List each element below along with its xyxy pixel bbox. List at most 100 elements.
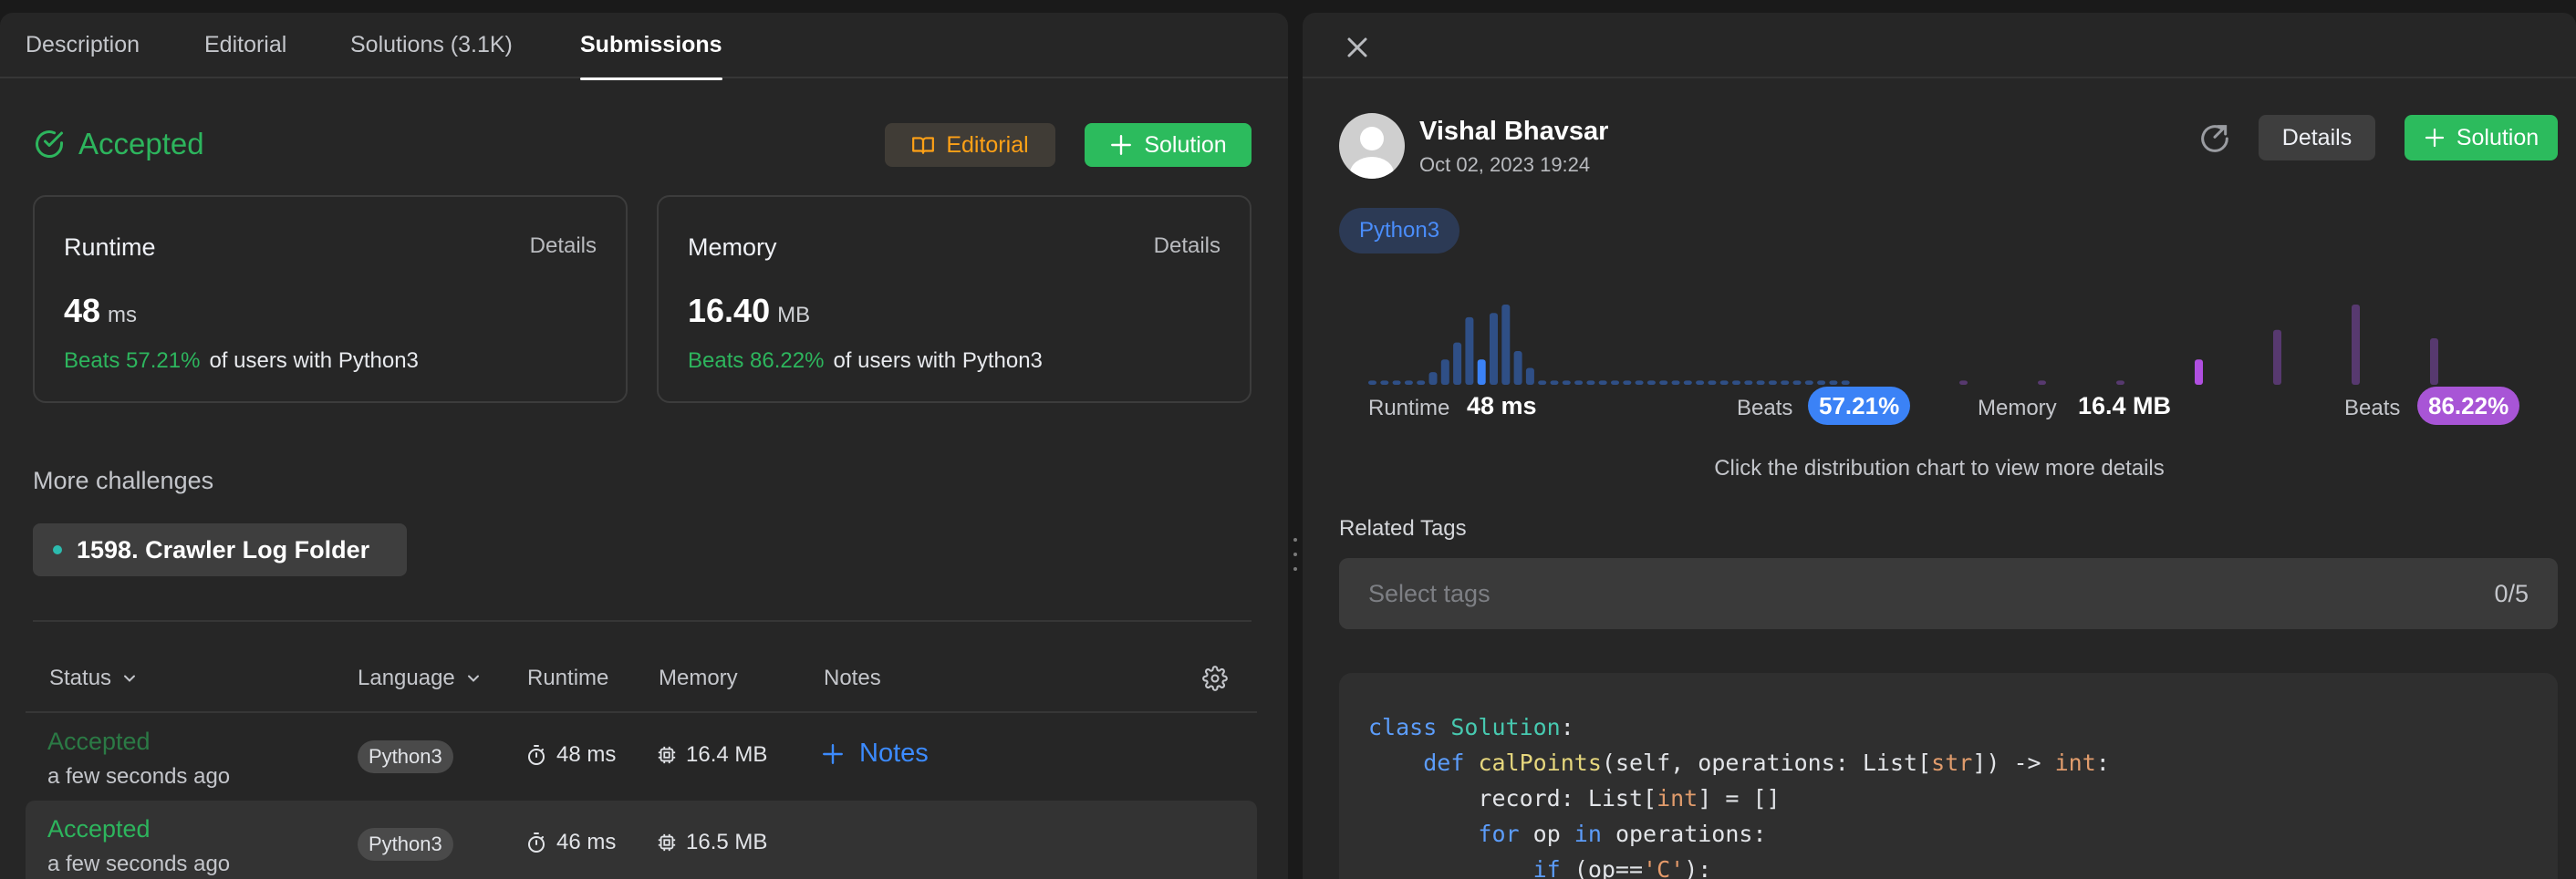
distribution-bar[interactable]	[1744, 380, 1753, 385]
language-badge: Python3	[1339, 208, 1460, 253]
tab-editorial[interactable]: Editorial	[204, 13, 286, 78]
more-challenges-title: More challenges	[33, 467, 214, 494]
distribution-bar[interactable]	[1756, 380, 1765, 385]
details-button[interactable]: Details	[2259, 115, 2375, 160]
distribution-bar[interactable]	[1538, 380, 1547, 385]
distribution-bar[interactable]	[1781, 380, 1790, 385]
distribution-bar[interactable]	[1804, 380, 1813, 385]
runtime-card[interactable]: Runtime Details 48 ms Beats 57.21% of user…	[33, 195, 628, 403]
distribution-bar[interactable]	[1440, 359, 1449, 385]
code-line: for op in operations:	[1478, 821, 1767, 847]
distribution-bar[interactable]	[1368, 380, 1376, 385]
submissions-table-header: Status Language Runtime Memory Notes	[26, 657, 1255, 708]
post-solution-button[interactable]: Solution	[2405, 115, 2558, 160]
runtime-beats: Beats 57.21% of users with Python3	[64, 348, 419, 374]
runtime-stat-value: 48 ms	[1467, 392, 1537, 419]
distribution-bar[interactable]	[1635, 380, 1644, 385]
distribution-bar[interactable]	[1490, 313, 1498, 385]
distribution-bar[interactable]	[1659, 380, 1668, 385]
distribution-bar[interactable]	[1611, 380, 1619, 385]
distribution-bar[interactable]	[1671, 380, 1680, 385]
distribution-bar[interactable]	[1525, 367, 1534, 385]
runtime-details-link[interactable]: Details	[530, 233, 597, 259]
submissions-panel: Description Editorial Solutions (3.1K) S…	[0, 13, 1288, 879]
distribution-bar[interactable]	[1380, 380, 1389, 385]
distribution-bar[interactable]	[1719, 380, 1729, 385]
distribution-bar[interactable]	[1501, 305, 1511, 385]
memory-stat-value: 16.4 MB	[2078, 392, 2172, 419]
distribution-bar[interactable]	[1829, 380, 1838, 385]
tab-description[interactable]: Description	[26, 13, 140, 78]
distribution-bar[interactable]	[2195, 359, 2203, 385]
distribution-bar[interactable]	[1586, 380, 1595, 385]
memory-card[interactable]: Memory Details 16.40 MB Beats 86.22% of us…	[657, 195, 1252, 403]
distribution-bar[interactable]	[1417, 380, 1426, 385]
distribution-bar[interactable]	[1817, 380, 1826, 385]
panel-resize-handle[interactable]	[1290, 538, 1301, 571]
row-memory-value: 16.5 MB	[686, 830, 768, 854]
distribution-bar[interactable]	[2352, 305, 2360, 385]
distribution-bar[interactable]	[1768, 380, 1777, 385]
distribution-bar[interactable]	[1683, 380, 1692, 385]
distribution-bar[interactable]	[2038, 380, 2046, 385]
tags-select[interactable]: Select tags 0/5	[1339, 558, 2558, 629]
distribution-bar[interactable]	[2273, 329, 2281, 385]
distribution-bar[interactable]	[1841, 380, 1850, 385]
solution-button[interactable]: Solution	[1085, 123, 1252, 167]
tab-submissions[interactable]: Submissions	[580, 13, 722, 80]
distribution-bar[interactable]	[1562, 380, 1571, 385]
table-row[interactable]: Accepted a few seconds ago Python3 48 ms…	[26, 713, 1257, 801]
gear-icon[interactable]	[1202, 666, 1228, 691]
language-column-header[interactable]: Language	[358, 666, 483, 691]
post-solution-label: Solution	[2456, 124, 2540, 150]
memory-beats-suffix: of users with Python3	[833, 348, 1043, 373]
distribution-bar[interactable]	[1392, 380, 1401, 385]
row-status[interactable]: Accepted	[47, 728, 151, 756]
distribution-bar[interactable]	[1696, 380, 1705, 385]
memory-beats-pct: Beats 86.22%	[688, 348, 825, 373]
memory-details-link[interactable]: Details	[1154, 233, 1220, 259]
distribution-bar[interactable]	[1708, 380, 1717, 385]
row-runtime-value: 46 ms	[556, 830, 617, 854]
distribution-bar[interactable]	[1792, 380, 1802, 385]
author-name[interactable]: Vishal Bhavsar	[1419, 117, 1608, 147]
distribution-bar[interactable]	[1428, 372, 1438, 385]
table-row[interactable]: Accepted a few seconds ago Python3 46 ms…	[26, 801, 1257, 879]
row-memory: 16.4 MB	[657, 742, 767, 768]
distribution-bar[interactable]	[2430, 338, 2438, 385]
memory-unit: MB	[777, 303, 811, 327]
avatar[interactable]	[1339, 113, 1405, 179]
distribution-bar[interactable]	[1959, 380, 1968, 385]
distribution-bar[interactable]	[1598, 380, 1607, 385]
check-circle-icon	[36, 130, 63, 158]
close-icon[interactable]	[1341, 31, 1374, 64]
distribution-bar[interactable]	[1732, 380, 1740, 385]
notes-column-header: Notes	[824, 666, 881, 690]
memory-beats: Beats 86.22% of users with Python3	[688, 348, 1043, 374]
status-column-header[interactable]: Status	[49, 666, 139, 691]
share-icon[interactable]	[2197, 120, 2233, 157]
distribution-bar[interactable]	[1404, 380, 1413, 385]
add-notes-button[interactable]: Notes	[821, 739, 929, 769]
distribution-bar[interactable]	[1513, 350, 1522, 385]
difficulty-dot	[53, 545, 62, 554]
tags-placeholder: Select tags	[1368, 580, 1491, 607]
row-time: a few seconds ago	[47, 852, 231, 876]
distribution-bar[interactable]	[1646, 380, 1656, 385]
distribution-bar[interactable]	[1477, 359, 1486, 385]
row-runtime: 48 ms	[525, 742, 616, 768]
result-status: Accepted	[78, 127, 204, 160]
memory-distribution-chart[interactable]	[1959, 286, 2470, 387]
runtime-distribution-chart[interactable]	[1368, 286, 1916, 387]
distribution-bar[interactable]	[1550, 380, 1559, 385]
row-status[interactable]: Accepted	[47, 815, 151, 843]
distribution-bar[interactable]	[1574, 380, 1584, 385]
challenge-link[interactable]: 1598. Crawler Log Folder	[33, 523, 407, 576]
distribution-bar[interactable]	[2116, 380, 2124, 385]
distribution-bar[interactable]	[1465, 316, 1474, 385]
code-viewer[interactable]: class Solution: def calPoints(self, oper…	[1339, 673, 2558, 879]
distribution-bar[interactable]	[1453, 342, 1462, 385]
distribution-bar[interactable]	[1623, 380, 1632, 385]
tab-solutions[interactable]: Solutions (3.1K)	[350, 13, 513, 78]
editorial-button[interactable]: Editorial	[885, 123, 1055, 167]
